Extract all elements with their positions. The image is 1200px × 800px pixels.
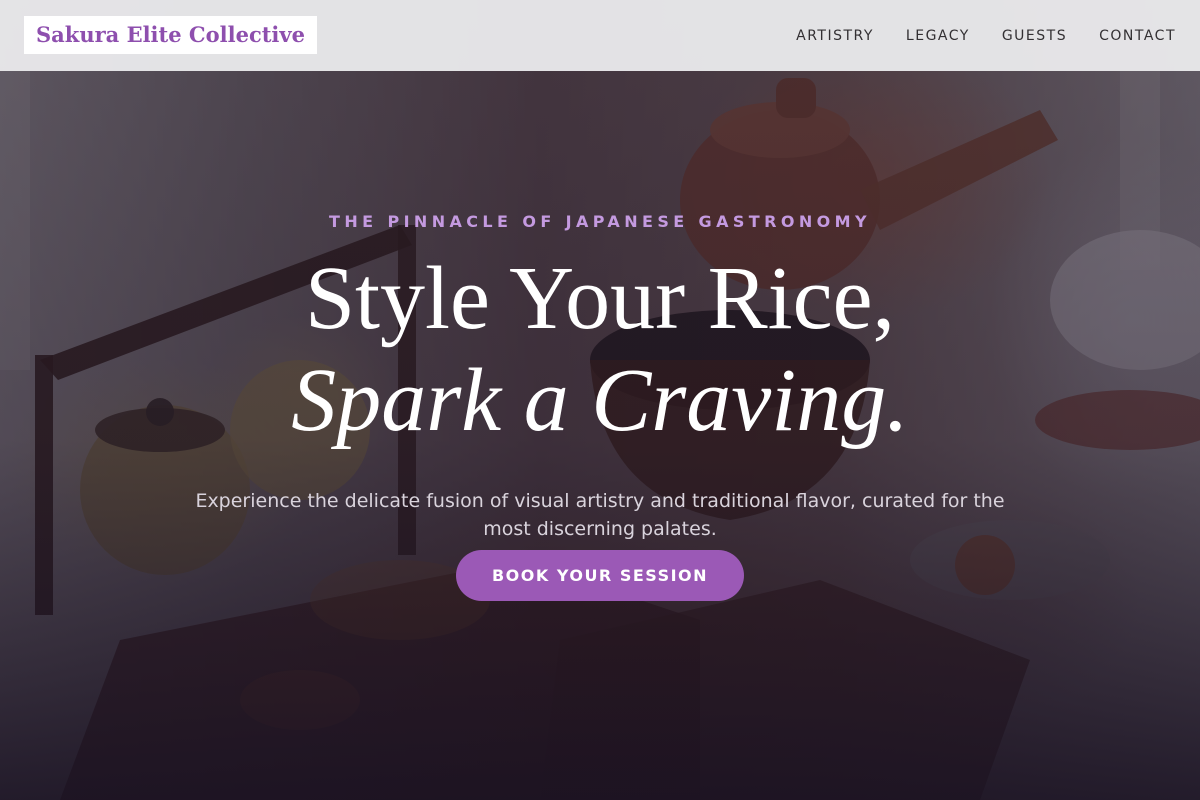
headline-line-2: Spark a Craving. bbox=[291, 351, 909, 450]
nav-link-guests[interactable]: GUESTS bbox=[1002, 28, 1067, 44]
hero-section: THE PINNACLE OF JAPANESE GASTRONOMY Styl… bbox=[0, 0, 1200, 800]
nav-link-legacy[interactable]: LEGACY bbox=[906, 28, 970, 44]
site-logo[interactable]: Sakura Elite Collective bbox=[24, 16, 317, 54]
nav-link-contact[interactable]: CONTACT bbox=[1099, 28, 1176, 44]
headline-line-1: Style Your Rice, bbox=[304, 249, 896, 348]
hero-description: Experience the delicate fusion of visual… bbox=[195, 490, 1005, 540]
hero-eyebrow: THE PINNACLE OF JAPANESE GASTRONOMY bbox=[329, 212, 871, 231]
landing-page: Sakura Elite Collective ARTISTRY LEGACY … bbox=[0, 0, 1200, 800]
book-session-button[interactable]: BOOK YOUR SESSION bbox=[456, 550, 744, 601]
hero-headline: Style Your Rice, Spark a Craving. bbox=[0, 248, 1200, 452]
site-header: Sakura Elite Collective ARTISTRY LEGACY … bbox=[0, 0, 1200, 71]
main-navigation: ARTISTRY LEGACY GUESTS CONTACT bbox=[796, 0, 1176, 71]
nav-link-artistry[interactable]: ARTISTRY bbox=[796, 28, 874, 44]
